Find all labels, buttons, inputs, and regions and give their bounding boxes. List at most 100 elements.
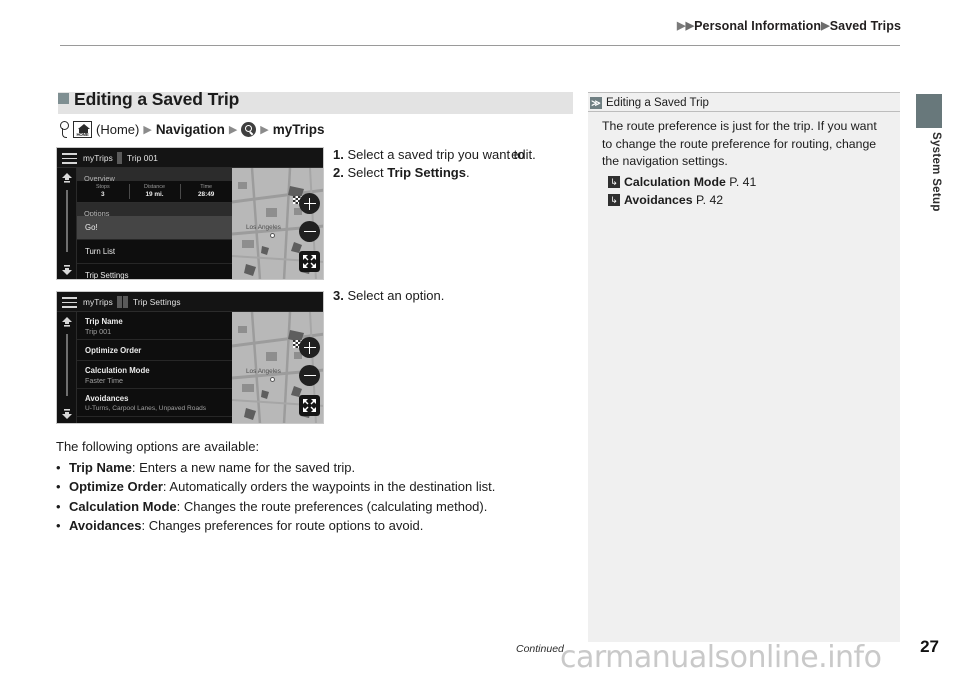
nav-path-mytrips: myTrips	[272, 122, 325, 138]
device-1-scroll-rail[interactable]	[57, 168, 77, 279]
scroll-up-icon[interactable]	[61, 173, 73, 184]
step-1-number: 1.	[333, 147, 344, 162]
step-2-bold: Trip Settings	[387, 164, 466, 180]
step-3-text: Select an option.	[347, 288, 445, 303]
list-item-go[interactable]: Go!	[77, 216, 232, 240]
list-item-trip-settings-label: Trip Settings	[85, 271, 129, 280]
note-ref-page-1: P. 41	[725, 174, 757, 189]
breadcrumb-arrow-icon-3: ▶	[821, 20, 830, 32]
device-1-title-separator	[117, 152, 122, 164]
section-title-bar: Editing a Saved Trip	[58, 89, 573, 114]
step-2-pre: Select	[347, 164, 388, 180]
setting-trip-name-value: Trip 001	[85, 327, 112, 336]
map-position-marker	[270, 233, 275, 238]
setting-optimize-order-label: Optimize Order	[85, 346, 142, 355]
hamburger-menu-icon-2[interactable]	[62, 297, 77, 308]
finger-pointer-icon	[58, 121, 69, 139]
stat-stops-value: 3	[101, 191, 105, 198]
breadcrumb: ▶▶Personal Information▶Saved Trips	[677, 19, 901, 33]
map-zoom-out-button[interactable]	[299, 221, 320, 242]
stat-distance-label: Distance	[144, 184, 165, 190]
note-ref-avoidances[interactable]: ↳ Avoidances P. 42	[608, 191, 900, 209]
setting-avoidances-label: Avoidances	[85, 394, 129, 403]
note-panel: ≫ Editing a Saved Trip The route prefere…	[588, 92, 900, 642]
manual-page: ▶▶Personal Information▶Saved Trips Syste…	[0, 0, 960, 678]
option-term-optimize-order: Optimize Order	[69, 479, 163, 494]
setting-item-trip-name[interactable]: Trip Name Trip 001	[77, 312, 232, 340]
stat-distance-value: 19 mi.	[145, 191, 164, 198]
option-bullet-avoidances: • Avoidances: Changes preferences for rou…	[56, 516, 571, 536]
hamburger-menu-icon[interactable]	[62, 153, 77, 164]
options-prose: The following options are available: • Tr…	[56, 437, 571, 536]
option-desc-optimize-order: : Automatically orders the waypoints in …	[162, 479, 496, 494]
map-zoom-in-button[interactable]	[299, 193, 320, 214]
page-header: ▶▶Personal Information▶Saved Trips	[0, 0, 960, 52]
watermark-mask-band	[588, 634, 900, 642]
step-1: 1. Select a saved trip you want to edit.	[333, 147, 568, 164]
footer-continued-label: Continued	[516, 643, 564, 655]
scroll-down-icon-2[interactable]	[61, 408, 73, 419]
header-divider	[60, 45, 900, 46]
stat-stops: Stops 3	[77, 181, 129, 202]
setting-item-calculation-mode[interactable]: Calculation Mode Faster Time	[77, 361, 232, 389]
nav-path-arrow-icon-2: ▶	[228, 124, 238, 137]
device-2-scroll-rail[interactable]	[57, 312, 77, 423]
device-2-title-settings: Trip Settings	[133, 297, 181, 307]
note-ref-term-2: Avoidances	[624, 192, 693, 207]
breadcrumb-item-saved-trips: Saved Trips	[829, 19, 901, 33]
note-ref-calculation-mode[interactable]: ↳ Calculation Mode P. 41	[608, 173, 900, 191]
list-item-turn-list[interactable]: Turn List	[77, 240, 232, 264]
device-2-map[interactable]: Los Angeles	[232, 312, 323, 423]
watermark: carmanualsonline.info	[560, 640, 882, 675]
scrollbar-track[interactable]	[66, 190, 68, 252]
scrollbar-track-2[interactable]	[66, 334, 68, 396]
note-header: ≫ Editing a Saved Trip	[588, 93, 900, 112]
device-1-titlebar: myTrips Trip 001	[57, 148, 323, 168]
map-zoom-out-button-2[interactable]	[299, 365, 320, 386]
setting-avoidances-value: U-Turns, Carpool Lanes, Unpaved Roads	[85, 405, 207, 412]
device-screenshot-trip-settings: myTrips Trip Settings Trip Name Trip 001…	[56, 291, 324, 424]
device-screenshot-trip-overview: myTrips Trip 001 Overview Stops 3 Distan…	[56, 147, 324, 280]
nav-path-arrow-icon-1: ▶	[143, 124, 152, 137]
map-expand-button-2[interactable]	[299, 395, 320, 416]
note-references: ↳ Calculation Mode P. 41 ↳ Avoidances P. 4…	[588, 173, 900, 209]
scroll-up-icon-2[interactable]	[61, 317, 73, 328]
nav-path-home-text: (Home)	[96, 122, 140, 138]
section-title-text: Editing a Saved Trip	[74, 89, 240, 109]
nav-path-navigation: Navigation	[155, 122, 225, 138]
device-1-map[interactable]: Los Angeles	[232, 168, 323, 279]
step-2-number: 2.	[333, 164, 344, 180]
home-button-icon: HOME	[73, 121, 92, 139]
option-bullet-trip-name: • Trip Name: Enters a new name for the sa…	[56, 458, 571, 478]
ref-arrow-icon-1: ↳	[608, 175, 620, 188]
list-item-trip-settings[interactable]: Trip Settings	[77, 264, 232, 280]
steps-group-1: 1. Select a saved trip you want to edit.…	[333, 147, 568, 182]
device-2-title-separator	[117, 296, 122, 308]
breadcrumb-arrow-icon: ▶	[677, 20, 686, 32]
scroll-down-icon[interactable]	[61, 264, 73, 275]
steps-group-2: 3. Select an option.	[333, 288, 568, 306]
option-term-trip-name: Trip Name	[69, 459, 132, 475]
setting-item-optimize-order[interactable]: Optimize Order	[77, 340, 232, 361]
list-item-go-label: Go!	[85, 223, 98, 232]
stat-stops-label: Stops	[95, 184, 110, 190]
step-2-post: .	[465, 164, 470, 180]
setting-item-avoidances[interactable]: Avoidances U-Turns, Carpool Lanes, Unpav…	[77, 389, 232, 417]
setting-calculation-mode-value: Faster Time	[85, 376, 123, 385]
list-item-turn-list-label: Turn List	[85, 247, 116, 256]
side-tab-label: System Setup	[930, 132, 942, 212]
step-2: 2. Select Trip Settings.	[333, 165, 568, 182]
device-1-list: Overview Stops 3 Distance 19 mi. Time 28…	[77, 168, 232, 280]
map-expand-button[interactable]	[299, 251, 320, 272]
step-1-text: Select a saved trip you want to	[347, 147, 525, 162]
nav-path-arrow-icon-3: ▶	[260, 124, 269, 137]
breadcrumb-arrow-icon-2: ▶	[685, 20, 695, 32]
list-header-overview: Overview	[77, 168, 232, 183]
device-1-title-trip: Trip 001	[127, 153, 158, 163]
square-bullet-icon	[58, 93, 69, 104]
navigation-path: HOME (Home) ▶ Navigation ▶ ▶ myTrips	[58, 121, 325, 139]
map-zoom-in-button-2[interactable]	[299, 337, 320, 358]
bullet-dot-icon-1: •	[56, 459, 61, 475]
note-body-text: The route preference is just for the tri…	[602, 119, 877, 168]
options-lead-text: The following options are available:	[56, 439, 260, 454]
